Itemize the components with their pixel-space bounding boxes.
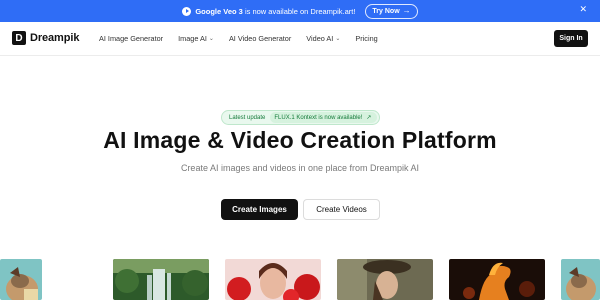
try-now-label: Try Now	[372, 7, 400, 15]
nav-item-label: Image AI	[178, 34, 207, 43]
announcement-content: Google Veo 3 is now available on Dreampi…	[182, 3, 418, 19]
external-link-icon: ↗	[366, 115, 372, 121]
nav-item-label: Video AI	[306, 34, 334, 43]
nav-item-label: AI Video Generator	[228, 34, 292, 43]
announcement-text: Google Veo 3 is now available on Dreampi…	[195, 7, 355, 16]
announcement-message: is now available on Dreampik.art!	[242, 6, 356, 16]
logo[interactable]: D Dreampik	[12, 31, 79, 45]
sign-in-button[interactable]: Sign In	[554, 30, 588, 47]
nav-item-pricing[interactable]: Pricing	[355, 34, 377, 43]
announcement-bar: Google Veo 3 is now available on Dreampi…	[0, 0, 600, 22]
create-videos-button[interactable]: Create Videos	[303, 199, 380, 220]
arrow-right-icon: →	[402, 6, 411, 15]
brand-name: Dreampik	[30, 32, 80, 44]
nav-item-ai-video-generator[interactable]: AI Video Generator	[229, 34, 291, 43]
gallery-thumb-fire-horse[interactable]	[449, 259, 545, 300]
badge-label: Latest update	[229, 114, 266, 121]
gallery-thumb-armadillo[interactable]	[0, 259, 42, 300]
nav-item-label: Pricing	[355, 34, 378, 43]
gallery-thumb-waterfall[interactable]	[113, 259, 209, 300]
nav-item-ai-image-generator[interactable]: AI Image Generator	[99, 34, 163, 43]
badge-message-pill: FLUX.1 Kontext is now available! ↗	[270, 112, 377, 123]
chevron-down-icon: ⌄	[335, 36, 341, 42]
nav-item-video-ai[interactable]: Video AI ⌄	[306, 34, 340, 43]
armadillo-illustration-image	[0, 259, 42, 300]
gallery-thumb-armadillo-repeat[interactable]	[561, 259, 600, 300]
page-subtitle: Create AI images and videos in one place…	[180, 163, 420, 173]
gallery-thumb-portrait-roses[interactable]	[225, 259, 321, 300]
chevron-down-icon: ⌄	[208, 36, 214, 42]
portrait-woman-hat-image	[337, 259, 433, 300]
badge-message: FLUX.1 Kontext is now available!	[274, 114, 363, 121]
logo-mark: D	[12, 31, 26, 45]
update-badge[interactable]: Latest update FLUX.1 Kontext is now avai…	[221, 110, 380, 125]
announcement-product: Google Veo 3	[195, 6, 243, 16]
waterfall-forest-image	[113, 259, 209, 300]
portrait-red-roses-image	[225, 259, 321, 300]
create-images-button[interactable]: Create Images	[221, 199, 298, 220]
gallery-thumb-portrait-hat[interactable]	[337, 259, 433, 300]
nav-item-label: AI Image Generator	[99, 34, 164, 43]
page-title: AI Image & Video Creation Platform	[103, 127, 497, 153]
nav-menu: AI Image Generator Image AI ⌄ AI Video Ge…	[99, 34, 378, 43]
try-now-button[interactable]: Try Now →	[365, 3, 418, 19]
top-nav: D Dreampik AI Image Generator Image AI ⌄ …	[0, 22, 600, 56]
showcase-gallery	[0, 259, 600, 300]
close-icon[interactable]: ✕	[579, 5, 587, 14]
armadillo-illustration-image	[561, 259, 600, 300]
nav-item-image-ai[interactable]: Image AI ⌄	[178, 34, 214, 43]
play-icon	[182, 6, 192, 16]
fire-horse-image	[449, 259, 545, 300]
